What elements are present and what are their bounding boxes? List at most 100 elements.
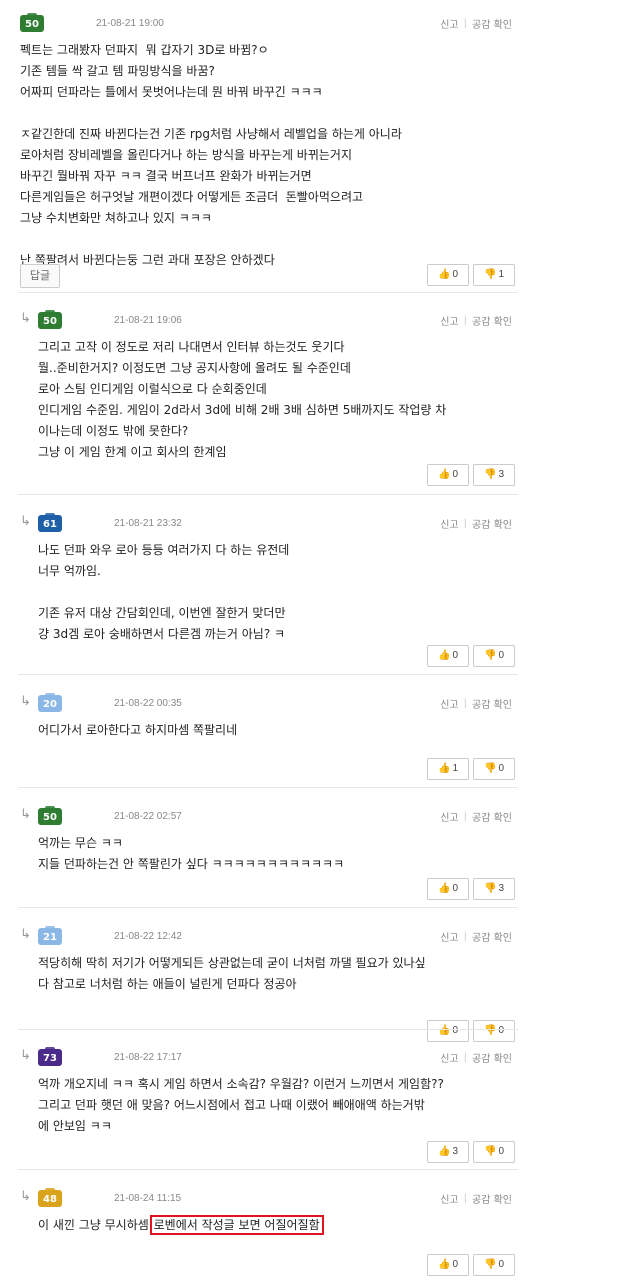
comment-meta: 73 21-08-22 17:17 (38, 1046, 182, 1066)
comment-actions: 신고 | 공감 확인 (440, 16, 512, 31)
like-button[interactable]: 👍 3 (427, 1141, 469, 1163)
empathy-check-link[interactable]: 공감 확인 (472, 16, 512, 31)
report-link[interactable]: 신고 (440, 516, 458, 531)
comment-actions: 신고 | 공감 확인 (440, 809, 512, 824)
thumbs-up-icon: 👍 (437, 650, 451, 661)
comment-line (20, 229, 402, 250)
comment-line: 지들 던파하는건 안 쪽팔린가 싶다 ㅋㅋㅋㅋㅋㅋㅋㅋㅋㅋㅋㅋ (38, 857, 345, 871)
comment-line: 인디게임 수준임. 게임이 2d라서 3d에 비해 2배 3배 심하면 5배까지… (38, 403, 447, 417)
comment-body: 그리고 고작 이 정도로 저리 나대면서 인터뷰 하는것도 웃기다 뭘..준비한거… (38, 337, 446, 463)
comment-body: 펙트는 그래봤자 던파지 뭐 갑자기 3D로 바뀜?ㅇ 기존 템들 싹 갈고 템 … (20, 40, 402, 271)
like-count: 0 (452, 1025, 458, 1036)
comment-line: 기존 유저 대상 간담회인데, 이번엔 잘한거 맞더만 (38, 606, 286, 620)
actions-separator: | (463, 18, 468, 29)
comment-line: 바꾸긴 뭘바꿔 자꾸 ㅋㅋ 결국 버프너프 완화가 바뀌는거면 (20, 169, 312, 183)
thumbs-up-icon: 👍 (437, 763, 451, 774)
like-button[interactable]: 👍 0 (427, 645, 469, 667)
comment-meta: 61 21-08-21 23:32 (38, 512, 182, 532)
reply-arrow-icon: ↳ (20, 1048, 31, 1063)
comment-actions: 신고 | 공감 확인 (440, 1050, 512, 1065)
level-badge: 21 (38, 925, 62, 945)
actions-separator: | (463, 698, 468, 709)
report-link[interactable]: 신고 (440, 929, 458, 944)
comment-date: 21-08-22 02:57 (114, 810, 182, 822)
comment-line: 그냥 수치변화만 쳐하고나 있지 ㅋㅋㅋ (20, 211, 212, 225)
comment-line: ㅈ같긴한데 진짜 바뀐다는건 기존 rpg처럼 사냥해서 레벨업을 하는게 아니… (20, 127, 402, 141)
comment-actions: 신고 | 공감 확인 (440, 516, 512, 531)
comment-divider (18, 787, 518, 788)
dislike-button[interactable]: 👎 0 (473, 758, 515, 780)
reply-arrow-icon: ↳ (20, 311, 31, 326)
highlighted-text: 로벤에서 작성글 보면 어질어질함 (149, 1215, 324, 1235)
comment-divider (18, 1029, 518, 1030)
comment-line: 펙트는 그래봤자 던파지 뭐 갑자기 3D로 바뀜?ㅇ (20, 43, 269, 57)
actions-separator: | (463, 811, 468, 822)
comment-body: 적당히해 딱히 저기가 어떻게되든 상관없는데 굳이 너처럼 까댈 필요가 있나… (38, 953, 426, 995)
like-button[interactable]: 👍 0 (427, 264, 469, 286)
level-badge: 50 (38, 309, 62, 329)
empathy-check-link[interactable]: 공감 확인 (472, 929, 512, 944)
report-link[interactable]: 신고 (440, 809, 458, 824)
like-count: 0 (452, 269, 458, 280)
comment-divider (18, 494, 518, 495)
actions-separator: | (463, 1193, 468, 1204)
report-link[interactable]: 신고 (440, 696, 458, 711)
actions-separator: | (463, 931, 468, 942)
comment-actions: 신고 | 공감 확인 (440, 929, 512, 944)
like-button[interactable]: 👍 0 (427, 878, 469, 900)
dislike-button[interactable]: 👎 3 (473, 464, 515, 486)
dislike-button[interactable]: 👎 3 (473, 878, 515, 900)
comment-body: 나도 던파 와우 로아 등등 여러가지 다 하는 유전데 너무 억까임. 기존 유저… (38, 540, 289, 645)
dislike-button[interactable]: 👎 0 (473, 1020, 515, 1042)
reply-arrow-icon: ↳ (20, 514, 31, 529)
comment-date: 21-08-24 11:15 (114, 1192, 182, 1204)
reply-arrow-icon: ↳ (20, 927, 31, 942)
comment-line: 나도 던파 와우 로아 등등 여러가지 다 하는 유전데 (38, 543, 290, 557)
like-button[interactable]: 👍 1 (427, 758, 469, 780)
empathy-check-link[interactable]: 공감 확인 (472, 1191, 512, 1206)
report-link[interactable]: 신고 (440, 16, 458, 31)
like-button[interactable]: 👍 0 (427, 464, 469, 486)
empathy-check-link[interactable]: 공감 확인 (472, 1050, 512, 1065)
actions-separator: | (463, 315, 468, 326)
report-link[interactable]: 신고 (440, 1050, 458, 1065)
report-link[interactable]: 신고 (440, 313, 458, 328)
comment-divider (18, 292, 518, 293)
comment-line (20, 103, 402, 124)
empathy-check-link[interactable]: 공감 확인 (472, 516, 512, 531)
thumbs-up-icon: 👍 (437, 883, 451, 894)
comment-meta: 48 21-08-24 11:15 (38, 1187, 182, 1207)
empathy-check-link[interactable]: 공감 확인 (472, 313, 512, 328)
dislike-button[interactable]: 👎 0 (473, 645, 515, 667)
comment-date: 21-08-21 23:32 (114, 517, 182, 529)
comment-line: 로아 스팀 인디게임 이럴식으로 다 순회중인데 (38, 382, 267, 396)
like-count: 3 (452, 1146, 458, 1157)
reply-arrow-icon: ↳ (20, 1189, 31, 1204)
comment-line (38, 582, 289, 603)
like-count: 1 (452, 763, 458, 774)
report-link[interactable]: 신고 (440, 1191, 458, 1206)
empathy-check-link[interactable]: 공감 확인 (472, 696, 512, 711)
like-button[interactable]: 👍 0 (427, 1020, 469, 1042)
dislike-button[interactable]: 👎 1 (473, 264, 515, 286)
dislike-button[interactable]: 👎 0 (473, 1254, 515, 1276)
comment-body: 억까 개오지네 ㅋㅋ 혹시 게임 하면서 소속감? 우월감? 이런거 느끼면서 … (38, 1074, 444, 1137)
reply-button[interactable]: 답글 (20, 264, 60, 288)
comment-line: 적당히해 딱히 저기가 어떻게되든 상관없는데 굳이 너처럼 까댈 필요가 있나… (38, 956, 426, 970)
empathy-check-link[interactable]: 공감 확인 (472, 809, 512, 824)
comment-actions: 신고 | 공감 확인 (440, 696, 512, 711)
dislike-button[interactable]: 👎 0 (473, 1141, 515, 1163)
comment-divider (18, 1169, 518, 1170)
comment-line: 걍 3d겜 로아 숭배하면서 다른겜 까는거 아님? ㅋ (38, 627, 286, 641)
like-button[interactable]: 👍 0 (427, 1254, 469, 1276)
comment-body: 어디가서 로아한다고 하지마셈 쪽팔리네 (38, 720, 237, 741)
dislike-count: 3 (498, 469, 504, 480)
comment-meta: 20 21-08-22 00:35 (38, 692, 182, 712)
comment-line: 로아처럼 장비레벨을 올린다거나 하는 방식을 바꾸는게 바뀌는거지 (20, 148, 353, 162)
thumbs-down-icon: 👎 (483, 650, 497, 661)
comment-meta: 50 21-08-21 19:00 (20, 12, 164, 32)
dislike-count: 3 (498, 883, 504, 894)
comment-date: 21-08-21 19:00 (96, 17, 164, 29)
like-count: 0 (452, 1259, 458, 1270)
comment-actions: 신고 | 공감 확인 (440, 313, 512, 328)
